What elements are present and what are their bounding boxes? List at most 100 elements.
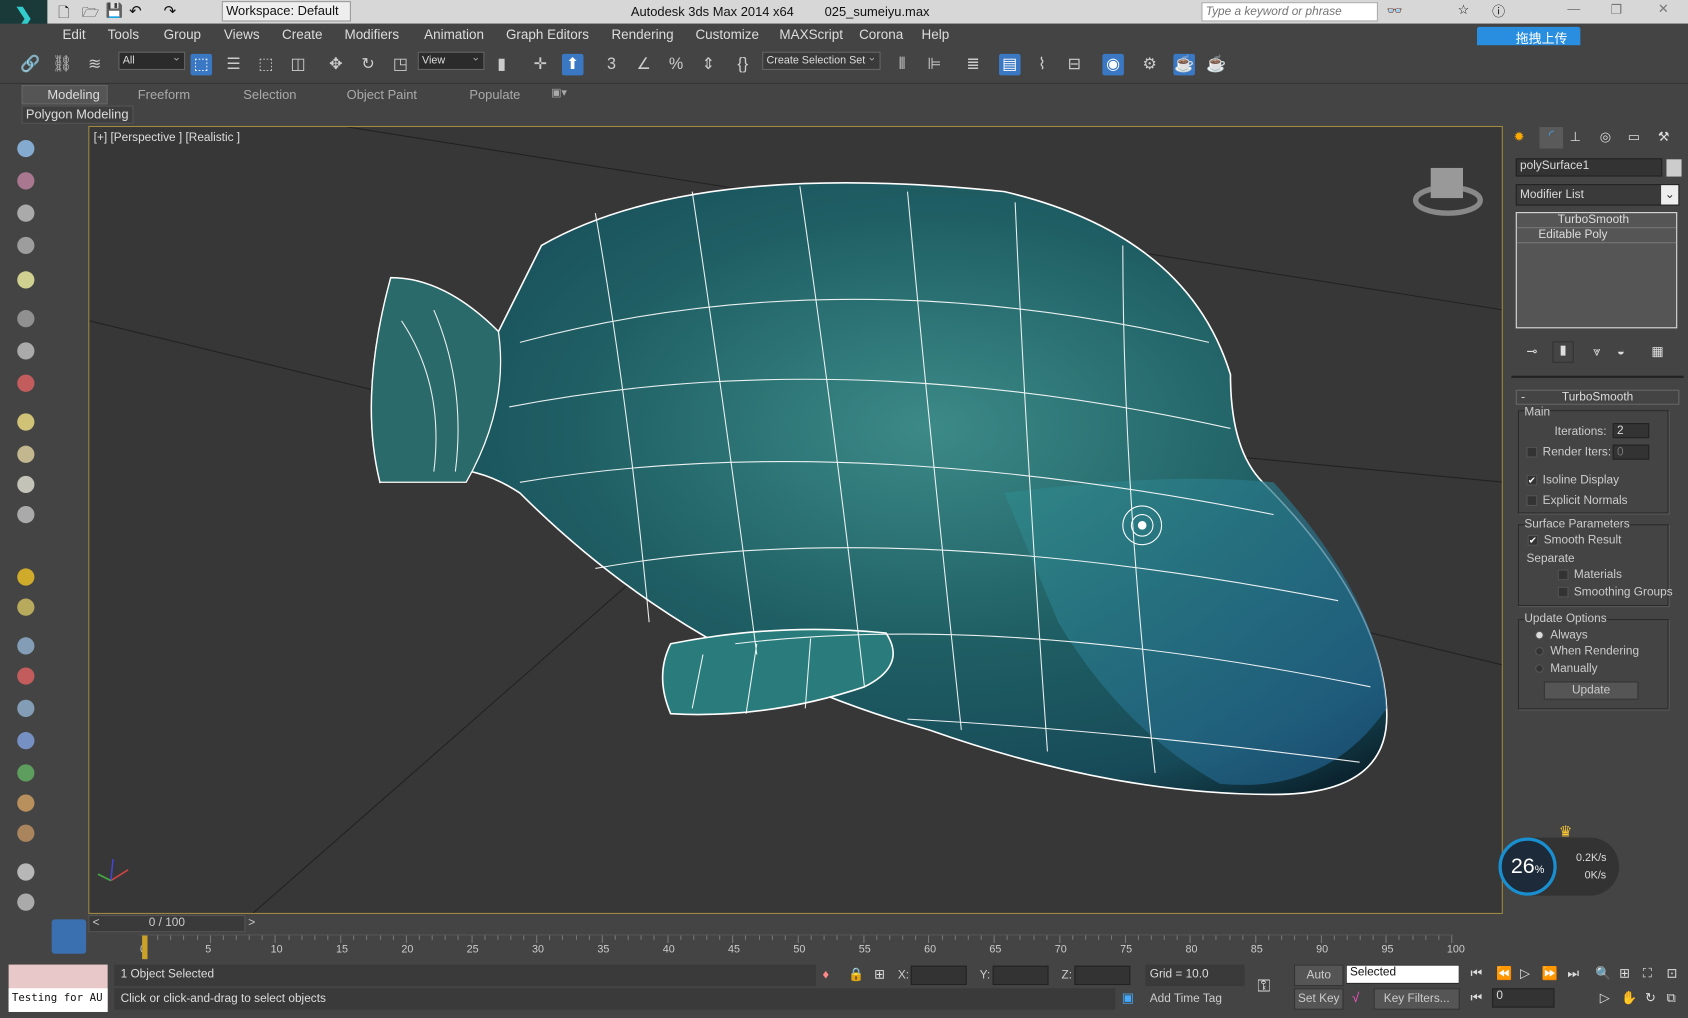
object-color-swatch[interactable]	[1666, 159, 1682, 177]
minimize-button[interactable]: —	[1567, 1, 1580, 16]
rendered-frame-window-icon[interactable]: ☕	[1173, 53, 1195, 76]
z-coordinate-field[interactable]	[1074, 965, 1131, 986]
modifier-list-dropdown[interactable]: Modifier List ⌄	[1515, 184, 1680, 206]
stack-item-turbosmooth[interactable]: TurboSmooth	[1516, 213, 1677, 229]
menu-tools[interactable]: Tools	[108, 27, 139, 42]
time-slider[interactable]: <0 / 100 >	[88, 915, 255, 933]
scale-icon[interactable]: ◳	[390, 54, 412, 76]
key-mode-dropdown[interactable]: Selected	[1345, 964, 1460, 984]
select-object-icon[interactable]: ⬚	[190, 53, 213, 76]
render-setup-icon[interactable]: ⚙	[1139, 54, 1161, 76]
pin-stack-icon[interactable]: ⊸	[1527, 343, 1538, 358]
menu-maxscript[interactable]: MAXScript	[779, 27, 843, 42]
unlink-icon[interactable]: ⛓	[52, 54, 74, 76]
snaps-toggle-icon[interactable]: 3	[601, 54, 623, 76]
layer-manager-icon[interactable]: ≣	[962, 54, 984, 76]
rotate-icon[interactable]: ↻	[357, 54, 379, 76]
link-icon[interactable]: 🔗	[19, 54, 41, 76]
binoculars-icon[interactable]: 👓	[1387, 3, 1403, 18]
maximize-viewport-icon[interactable]: ⧉	[1666, 990, 1675, 1006]
tab-object-paint[interactable]: Object Paint	[347, 87, 417, 102]
plant-icon[interactable]	[17, 764, 35, 782]
particles-icon[interactable]	[17, 637, 35, 655]
stack-item-editable-poly[interactable]: Editable Poly	[1516, 228, 1677, 244]
modify-tab-icon[interactable]: ◜	[1539, 127, 1564, 149]
maxscript-listener[interactable]: Testing for AU	[8, 964, 108, 1012]
next-frame-icon[interactable]: >	[248, 916, 255, 929]
star-icon[interactable]: ☆	[1458, 2, 1470, 17]
go-to-end-icon[interactable]: ⏭	[1567, 966, 1579, 982]
percent-snap-icon[interactable]: %	[665, 54, 687, 76]
network-monitor-widget[interactable]: 26% 0.2K/s 0K/s ♛	[1498, 822, 1620, 896]
render-iters-checkbox[interactable]	[1526, 446, 1538, 458]
move-icon[interactable]: ✥	[325, 54, 347, 76]
add-time-tag-icon[interactable]: ▣	[1122, 990, 1134, 1005]
redo-icon[interactable]: ↷	[164, 2, 177, 20]
update-button[interactable]: Update	[1543, 681, 1639, 700]
isolate-selection-icon[interactable]: ♦	[822, 967, 829, 982]
cone-icon[interactable]	[17, 505, 35, 524]
menu-views[interactable]: Views	[224, 27, 260, 42]
help-icon[interactable]: ⓘ	[1492, 2, 1505, 20]
create-tab-icon[interactable]: ✹	[1514, 129, 1525, 144]
menu-help[interactable]: Help	[922, 27, 950, 42]
teapot-icon[interactable]	[17, 139, 35, 158]
search-input[interactable]	[1201, 2, 1378, 22]
maxscript-input[interactable]: Testing for AU	[8, 988, 108, 1012]
auto-key-button[interactable]: Auto Key	[1293, 964, 1344, 1001]
render-iters-spinner[interactable]: 0	[1612, 444, 1650, 460]
field-of-view-icon[interactable]: ▷	[1600, 990, 1610, 1005]
selection-filter-dropdown[interactable]: All	[118, 50, 186, 70]
next-key-icon[interactable]: ⏩	[1542, 966, 1558, 981]
remove-modifier-icon[interactable]: ◒	[1617, 343, 1625, 358]
light-icon[interactable]	[17, 271, 35, 289]
tab-modeling-label[interactable]: Modeling	[47, 87, 99, 102]
menu-create[interactable]: Create	[282, 27, 322, 42]
absolute-mode-icon[interactable]: ⊞	[874, 967, 885, 982]
material-editor-icon[interactable]: ◉	[1102, 53, 1124, 76]
helper-icon[interactable]	[17, 342, 35, 360]
viewport-perspective[interactable]: [+] [Perspective ] [Realistic ]	[88, 125, 1503, 914]
list-icon[interactable]	[17, 204, 35, 222]
turbosmooth-rollout-header[interactable]: - TurboSmooth	[1515, 389, 1680, 405]
schematic-view-icon[interactable]: ⊟	[1064, 54, 1086, 76]
select-by-name-icon[interactable]: ☰	[223, 54, 245, 76]
workspace-dropdown[interactable]: Workspace: Default	[221, 1, 351, 22]
menu-rendering[interactable]: Rendering	[611, 27, 673, 42]
menu-customize[interactable]: Customize	[695, 27, 759, 42]
menu-edit[interactable]: Edit	[62, 27, 85, 42]
set-key-icon[interactable]: ⚿	[1257, 977, 1270, 996]
zoom-icon[interactable]: 🔍	[1595, 966, 1611, 981]
lock-selection-icon[interactable]: 🔒	[848, 967, 864, 982]
separate-smoothing-groups-checkbox[interactable]	[1557, 586, 1569, 598]
zoom-extents-icon[interactable]: ⛶	[1643, 966, 1652, 982]
smooth-result-checkbox[interactable]: ✔	[1527, 535, 1539, 546]
edit-named-selection-icon[interactable]: {}	[732, 54, 754, 76]
tab-populate[interactable]: Populate	[469, 87, 520, 102]
render-production-icon[interactable]: ☕	[1206, 54, 1228, 76]
menu-corona[interactable]: Corona	[859, 27, 903, 42]
spacewarp-icon[interactable]	[17, 374, 35, 392]
sky-icon[interactable]	[17, 598, 35, 616]
dynamics-icon[interactable]	[17, 667, 35, 685]
display-tab-icon[interactable]: ▭	[1628, 129, 1640, 144]
window-crossing-icon[interactable]: ◫	[287, 54, 309, 76]
cloth-icon[interactable]	[17, 824, 35, 842]
plane-icon[interactable]	[17, 413, 35, 431]
play-icon[interactable]: ▷	[1520, 966, 1530, 981]
zoom-extents-all-icon[interactable]: ⊡	[1666, 966, 1677, 981]
curve-editor-icon[interactable]: ⌇	[1031, 54, 1053, 76]
close-button[interactable]: ✕	[1658, 1, 1669, 16]
maximize-button[interactable]: ❐	[1610, 2, 1622, 17]
panel-polygon-modeling[interactable]: Polygon Modeling	[21, 105, 134, 124]
sun-icon[interactable]	[17, 568, 35, 586]
isoline-display-checkbox[interactable]: ✔	[1526, 474, 1538, 486]
separate-materials-checkbox[interactable]	[1557, 569, 1569, 581]
update-manually-radio[interactable]	[1535, 664, 1544, 673]
utilities-tab-icon[interactable]: ⚒	[1658, 129, 1670, 144]
time-cursor[interactable]	[142, 935, 148, 960]
spinner-snap-icon[interactable]: ⇕	[698, 54, 720, 76]
motion-tab-icon[interactable]: ◎	[1600, 129, 1611, 144]
iterations-spinner[interactable]: 2	[1612, 423, 1650, 439]
render-icon[interactable]	[17, 172, 35, 190]
